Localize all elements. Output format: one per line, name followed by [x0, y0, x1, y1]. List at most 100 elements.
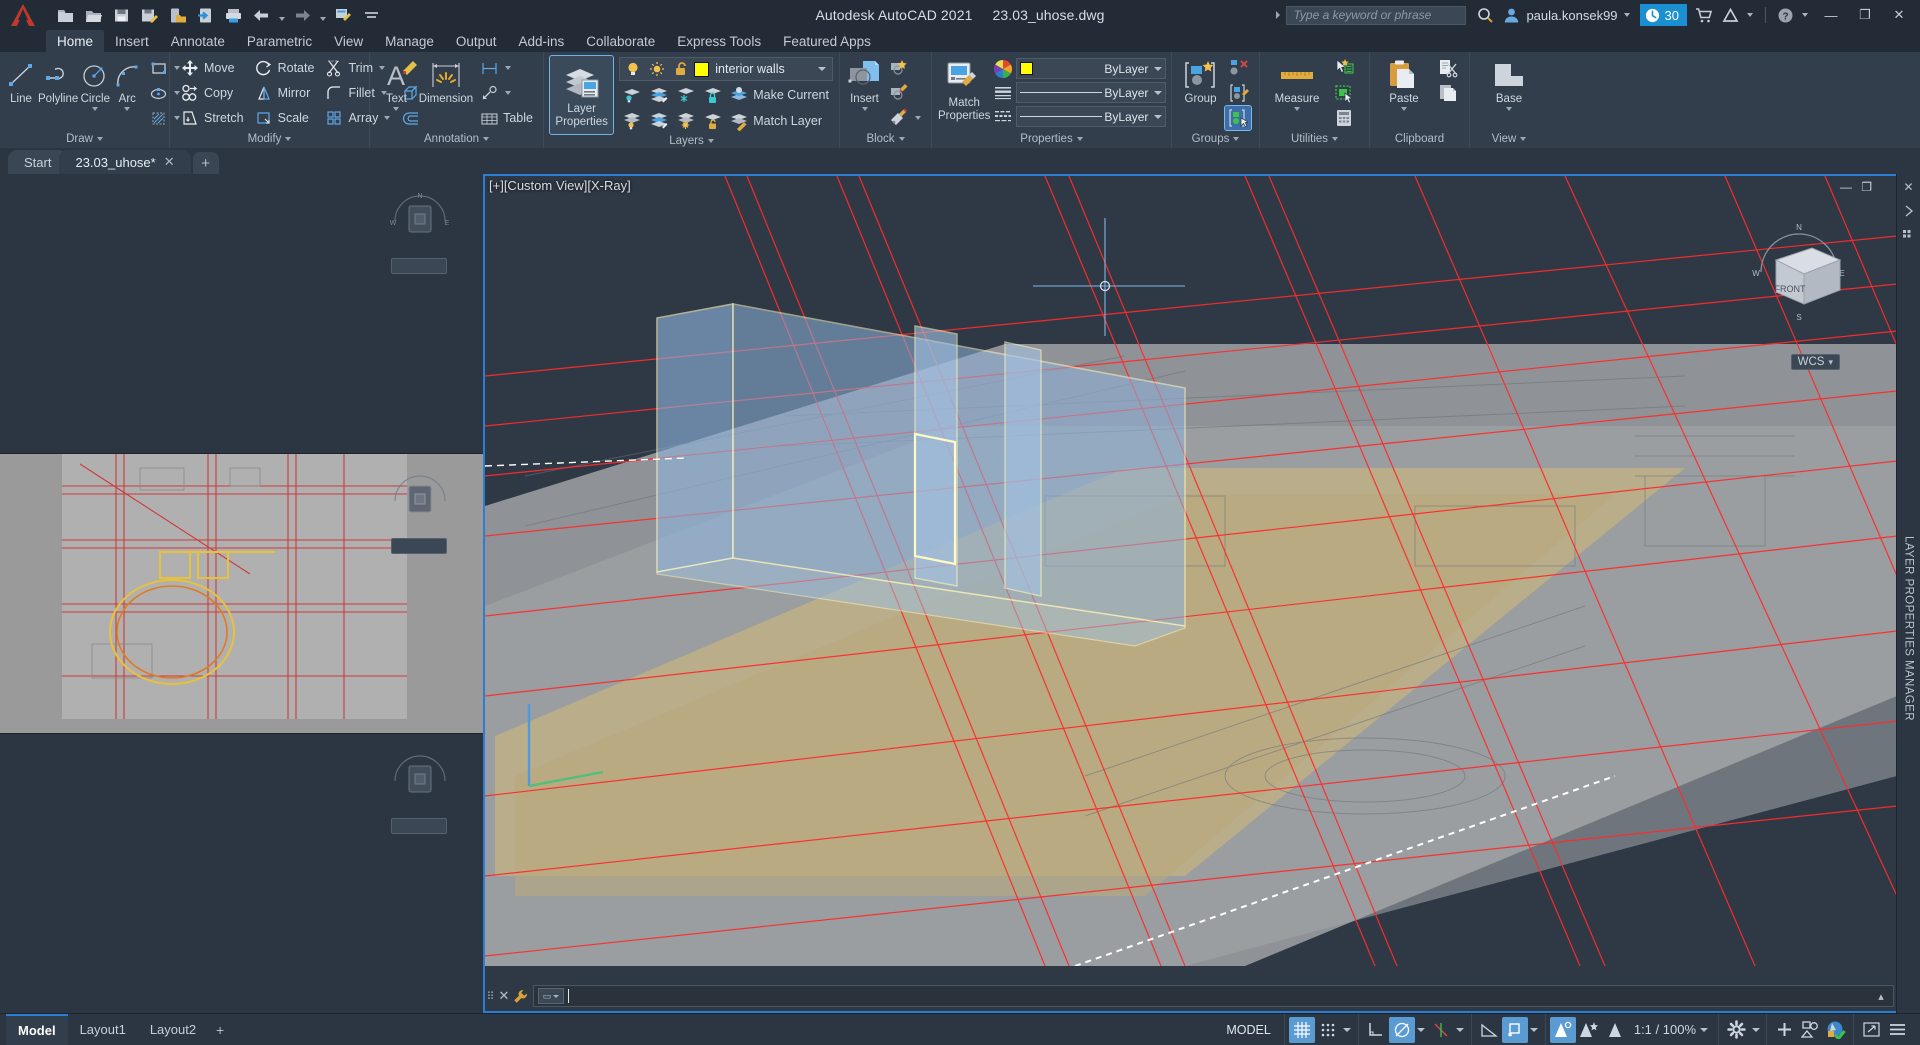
ucs-icon-button[interactable]	[1549, 1016, 1576, 1043]
new-file-icon[interactable]	[52, 2, 78, 28]
isometric-drafting-button[interactable]	[1476, 1017, 1502, 1043]
base-view-button[interactable]: Base	[1480, 56, 1538, 111]
viewport-top-left[interactable]: N W E	[0, 174, 483, 454]
osnap-dropdown-icon[interactable]	[1528, 1017, 1541, 1043]
open-from-web-icon[interactable]	[192, 2, 218, 28]
command-close-icon[interactable]: ✕	[495, 988, 513, 1004]
new-tab-button[interactable]: +	[192, 152, 219, 174]
layer-thaw-all-icon[interactable]	[673, 109, 699, 133]
layer-isolate-icon[interactable]	[619, 83, 645, 107]
group-button[interactable]: Group	[1178, 56, 1223, 105]
layer-color-swatch[interactable]	[694, 61, 710, 77]
lineweight-dropdown-icon[interactable]	[1154, 114, 1163, 119]
save-to-web-icon[interactable]	[164, 2, 190, 28]
snap-mode-button[interactable]	[1315, 1017, 1341, 1043]
ribbon-tab-insert[interactable]: Insert	[104, 30, 160, 52]
layout-tab-model[interactable]: Model	[6, 1013, 68, 1045]
measure-dropdown-icon[interactable]	[1294, 107, 1300, 111]
viewport-label[interactable]: [+][Custom View][X-Ray]	[489, 178, 631, 193]
annotation-text-button[interactable]: A Text	[376, 56, 417, 111]
customize-qat-icon[interactable]	[358, 2, 384, 28]
layer-unisolate-icon[interactable]	[646, 83, 672, 107]
command-line[interactable]: ⠿ ✕ ▭ ▴	[485, 979, 1894, 1013]
batch-plot-icon[interactable]	[330, 2, 356, 28]
user-avatar-icon[interactable]	[1498, 2, 1524, 28]
ungroup-button[interactable]	[1225, 56, 1253, 80]
draw-line-button[interactable]: Line	[6, 56, 36, 105]
ribbon-tab-express-tools[interactable]: Express Tools	[666, 30, 772, 52]
color-dropdown-icon[interactable]	[1154, 66, 1163, 71]
viewport-minimize-button[interactable]: —	[1840, 180, 1852, 194]
drag-grip-icon[interactable]: ⠿	[485, 986, 495, 1006]
annotation-table-button[interactable]: Table	[475, 106, 537, 130]
undo-icon[interactable]	[248, 2, 274, 28]
annotation-leader-dropdown-icon[interactable]	[505, 91, 512, 95]
current-layer-name[interactable]: interior walls	[711, 62, 812, 76]
lineweight-property-control[interactable]: ByLayer	[1016, 106, 1167, 127]
base-view-dropdown-icon[interactable]	[1506, 107, 1512, 111]
autocad-logo-button[interactable]	[0, 0, 46, 30]
block-create-button[interactable]	[885, 56, 925, 80]
viewport-bottom-left[interactable]	[0, 734, 483, 1013]
username-label[interactable]: paula.konsek99	[1524, 8, 1619, 23]
linetype-property-control[interactable]: ByLayer	[1016, 82, 1167, 103]
command-expand-icon[interactable]: ▴	[1873, 990, 1889, 1003]
paste-button[interactable]: Paste	[1376, 56, 1432, 111]
file-tab-drawing[interactable]: 23.03_uhose* ✕	[59, 150, 191, 174]
layer-properties-button[interactable]: Layer Properties	[548, 55, 615, 135]
lightbulb-on-icon[interactable]	[622, 59, 644, 79]
ribbon-tab-parametric[interactable]: Parametric	[236, 30, 323, 52]
draw-circle-button[interactable]: Circle	[80, 56, 110, 111]
minimize-button[interactable]: —	[1814, 0, 1848, 30]
model-drawing-canvas[interactable]	[485, 176, 1896, 966]
save-icon[interactable]	[108, 2, 134, 28]
ribbon-tab-home[interactable]: Home	[46, 30, 105, 52]
annotation-leader-button[interactable]	[475, 81, 537, 105]
modify-mirror-button[interactable]: Mirror	[250, 81, 319, 105]
settings-icon[interactable]	[1900, 226, 1918, 244]
annotation-linear-dim-button[interactable]	[475, 56, 537, 80]
view-navigation-wheel-middle[interactable]	[389, 470, 451, 532]
close-icon[interactable]: ✕	[164, 154, 175, 170]
draw-circle-dropdown-icon[interactable]	[92, 107, 99, 111]
account-dropdown-icon[interactable]	[1623, 13, 1630, 17]
help-icon[interactable]: ?	[1772, 2, 1798, 28]
wcs-indicator-middle[interactable]	[391, 538, 447, 554]
wcs-selector[interactable]: WCS ▾	[1790, 354, 1840, 370]
snap-dropdown-icon[interactable]	[1341, 1017, 1354, 1043]
ribbon-tab-collaborate[interactable]: Collaborate	[575, 30, 666, 52]
view-navigation-wheel-bottom[interactable]	[389, 750, 451, 812]
calculator-button[interactable]	[1330, 106, 1358, 130]
block-insert-button[interactable]: Insert	[846, 56, 883, 111]
plot-icon[interactable]	[220, 2, 246, 28]
quick-calc-select-button[interactable]	[1330, 81, 1358, 105]
redo-icon[interactable]	[289, 2, 315, 28]
layout-tab-layout2[interactable]: Layout2	[138, 1014, 208, 1045]
selection-cycling-button[interactable]	[1602, 1017, 1628, 1043]
search-input[interactable]	[1293, 8, 1460, 22]
model-paper-toggle[interactable]: MODEL	[1217, 1017, 1279, 1043]
layer-turn-all-on-icon[interactable]	[646, 109, 672, 133]
autodesk-dropdown-icon[interactable]	[1747, 13, 1753, 17]
polar-dropdown-icon[interactable]	[1415, 1017, 1428, 1043]
ribbon-tab-manage[interactable]: Manage	[374, 30, 445, 52]
layer-freeze-icon[interactable]	[673, 83, 699, 107]
open-file-icon[interactable]	[80, 2, 106, 28]
search-expand-icon[interactable]	[1276, 11, 1281, 19]
modify-rotate-button[interactable]: Rotate	[250, 56, 319, 80]
viewport-middle-left[interactable]	[0, 454, 483, 734]
quick-select-button[interactable]	[1330, 56, 1358, 80]
modify-move-button[interactable]: Move	[176, 56, 248, 80]
annotation-dimension-button[interactable]: Dimension	[419, 56, 473, 105]
model-viewport[interactable]: [+][Custom View][X-Ray] — ❐ N W E S FRON…	[483, 174, 1896, 1013]
command-input-wrapper[interactable]: ▭ ▴	[533, 985, 1894, 1007]
search-icon[interactable]	[1472, 2, 1498, 28]
close-icon[interactable]: ✕	[1900, 178, 1918, 196]
wrench-icon[interactable]	[513, 989, 533, 1004]
osnap-track-dropdown-icon[interactable]	[1454, 1017, 1467, 1043]
clean-screen-button[interactable]	[1858, 1017, 1884, 1043]
ortho-mode-button[interactable]	[1363, 1017, 1389, 1043]
layout-tab-layout1[interactable]: Layout1	[68, 1014, 138, 1045]
unlock-icon[interactable]	[670, 59, 692, 79]
annotation-scale-button[interactable]: 1:1 / 100%	[1628, 1017, 1714, 1043]
